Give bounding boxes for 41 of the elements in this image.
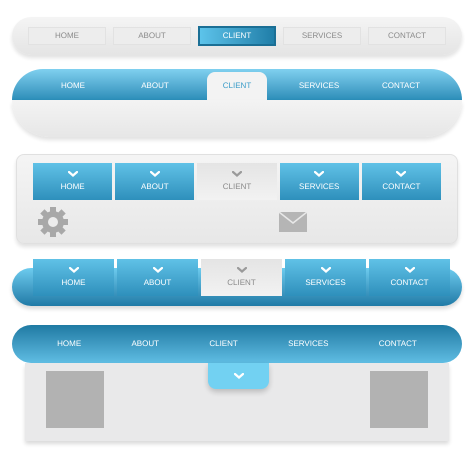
nav-tab[interactable]: HOME: [33, 259, 114, 296]
chevron-down-icon: [68, 266, 78, 272]
gear-icon: [37, 206, 69, 238]
nav-tab[interactable]: SERVICES: [288, 338, 328, 350]
nav-tab[interactable]: CLIENT: [209, 338, 238, 350]
nav-tab[interactable]: SERVICES: [283, 27, 361, 45]
chevron-down-icon: [150, 170, 160, 176]
nav-tab[interactable]: CLIENT: [201, 259, 282, 296]
nav-tab[interactable]: SERVICES: [280, 163, 359, 200]
chevron-down-icon: [234, 373, 244, 379]
nav-tab[interactable]: CONTACT: [369, 259, 450, 296]
nav-tab[interactable]: CLIENT: [197, 163, 277, 200]
chevron-down-icon: [314, 170, 324, 176]
image-placeholder: [46, 371, 104, 428]
chevron-down-icon: [232, 170, 242, 176]
chevron-down-icon: [320, 266, 330, 272]
chevron-down-icon: [236, 266, 246, 272]
chevron-down-icon: [68, 170, 78, 176]
nav-tab[interactable]: CLIENT: [198, 26, 276, 46]
image-placeholder: [370, 371, 428, 428]
nav-tab[interactable]: ABOUT: [115, 163, 194, 200]
nav-tab[interactable]: CONTACT: [371, 72, 431, 100]
dropdown-toggle[interactable]: [208, 363, 269, 389]
nav-tab[interactable]: SERVICES: [285, 259, 366, 296]
chevron-down-icon: [152, 266, 162, 272]
nav-tab[interactable]: HOME: [57, 338, 82, 350]
nav-tab[interactable]: HOME: [43, 72, 103, 100]
nav-tab[interactable]: ABOUT: [117, 259, 198, 296]
envelope-icon: [279, 212, 307, 232]
nav-tab[interactable]: HOME: [28, 27, 106, 45]
nav-tab[interactable]: ABOUT: [125, 72, 185, 100]
nav-tab[interactable]: SERVICES: [289, 72, 349, 100]
nav-tab[interactable]: CONTACT: [368, 27, 446, 45]
nav-tab[interactable]: CLIENT: [207, 72, 267, 100]
nav-tab[interactable]: CONTACT: [378, 338, 417, 350]
nav-tab[interactable]: ABOUT: [131, 338, 160, 350]
nav-tab[interactable]: CONTACT: [362, 163, 442, 200]
chevron-down-icon: [404, 266, 414, 272]
nav-tab[interactable]: ABOUT: [113, 27, 191, 45]
nav-tab[interactable]: HOME: [33, 163, 112, 200]
chevron-down-icon: [396, 170, 406, 176]
